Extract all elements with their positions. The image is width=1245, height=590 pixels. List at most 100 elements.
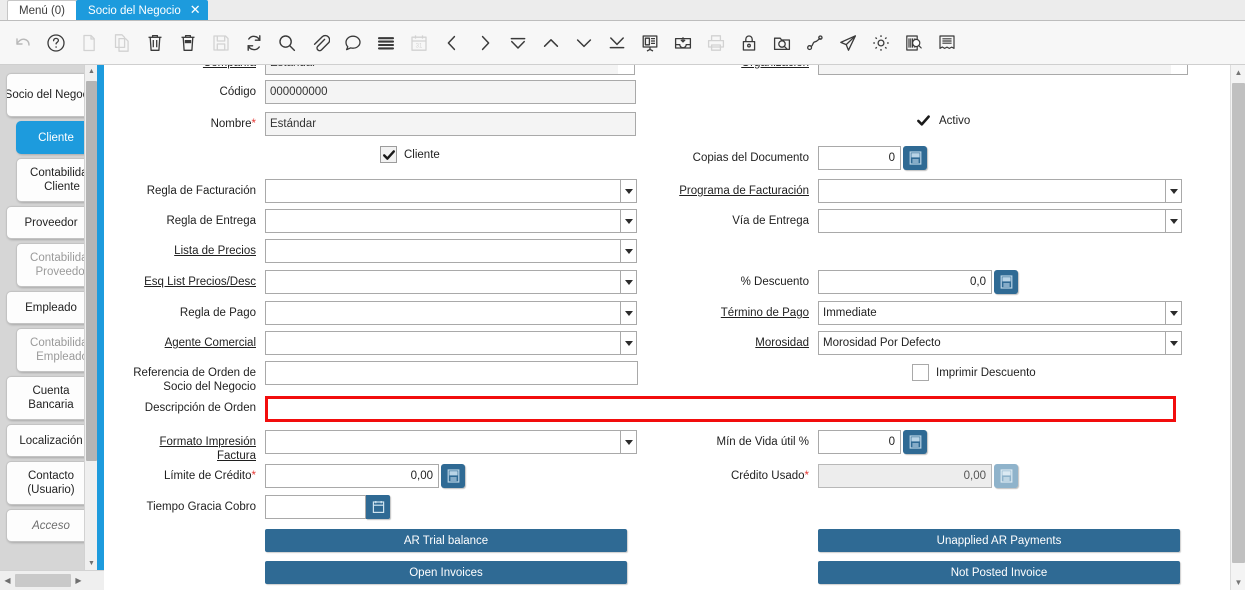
morosidad-input[interactable]: Morosidad Por Defecto bbox=[818, 331, 1165, 355]
search-icon[interactable] bbox=[270, 26, 303, 59]
calculator-icon[interactable] bbox=[994, 270, 1018, 294]
down-record-icon[interactable] bbox=[567, 26, 600, 59]
tab-socio-del-negocio[interactable]: Socio del Negocio ✕ bbox=[76, 0, 208, 20]
chevron-down-icon[interactable] bbox=[1165, 209, 1182, 233]
chevron-down-icon[interactable] bbox=[620, 179, 637, 203]
calculator-icon[interactable] bbox=[903, 430, 927, 454]
copias-documento-input[interactable]: 0 bbox=[818, 146, 901, 170]
chevron-down-icon[interactable] bbox=[620, 239, 637, 263]
chevron-down-icon[interactable] bbox=[620, 209, 637, 233]
sidebar-item-localizacion[interactable]: Localización bbox=[6, 424, 94, 457]
pct-descuento-input[interactable]: 0,0 bbox=[818, 270, 992, 294]
termino-pago-input[interactable]: Immediate bbox=[818, 301, 1165, 325]
close-icon[interactable]: ✕ bbox=[190, 3, 201, 16]
termino-pago-combo[interactable]: Immediate bbox=[818, 301, 1182, 325]
copy-record-icon[interactable] bbox=[105, 26, 138, 59]
undo-icon[interactable] bbox=[6, 26, 39, 59]
programa-facturacion-combo[interactable] bbox=[818, 179, 1182, 203]
lista-precios-input[interactable] bbox=[265, 239, 620, 263]
sidebar-vertical-scrollbar[interactable]: ▲ ▼ bbox=[84, 65, 97, 570]
sidebar-item-socio-del-negocio[interactable]: Socio del Negocio bbox=[6, 73, 94, 117]
settings-icon[interactable] bbox=[864, 26, 897, 59]
sidebar-item-empleado[interactable]: Empleado bbox=[6, 291, 94, 324]
regla-facturacion-input[interactable] bbox=[265, 179, 620, 203]
tiempo-gracia-input[interactable] bbox=[265, 495, 366, 519]
regla-facturacion-combo[interactable] bbox=[265, 179, 637, 203]
scroll-left-icon[interactable]: ◀ bbox=[0, 572, 15, 590]
checkbox-imprimir-descuento[interactable]: Imprimir Descuento bbox=[912, 364, 1036, 381]
last-record-icon[interactable] bbox=[600, 26, 633, 59]
up-record-icon[interactable] bbox=[534, 26, 567, 59]
archive-icon[interactable] bbox=[666, 26, 699, 59]
tab-menu[interactable]: Menú (0) bbox=[7, 0, 77, 20]
descripcion-orden-input[interactable] bbox=[265, 396, 1176, 422]
scroll-right-icon[interactable]: ▶ bbox=[71, 572, 86, 590]
report-icon[interactable] bbox=[633, 26, 666, 59]
checkbox-box[interactable] bbox=[380, 146, 397, 163]
checkbox-box[interactable] bbox=[912, 364, 929, 381]
previous-record-icon[interactable] bbox=[435, 26, 468, 59]
help-icon[interactable] bbox=[39, 26, 72, 59]
chevron-down-icon[interactable] bbox=[620, 301, 637, 325]
attachment-icon[interactable] bbox=[303, 26, 336, 59]
document-icon[interactable] bbox=[930, 26, 963, 59]
compania-button[interactable] bbox=[618, 65, 635, 75]
scrollbar-thumb[interactable] bbox=[86, 81, 97, 461]
checkbox-activo[interactable]: Activo bbox=[915, 112, 970, 129]
scrollbar-thumb[interactable] bbox=[1232, 83, 1245, 563]
unapplied-ar-payments-button[interactable]: Unapplied AR Payments bbox=[818, 529, 1180, 552]
compania-input[interactable]: Estándar bbox=[265, 65, 618, 75]
new-record-icon[interactable] bbox=[72, 26, 105, 59]
agente-comercial-input[interactable] bbox=[265, 331, 620, 355]
sidebar-item-cliente[interactable]: Cliente bbox=[16, 121, 94, 154]
formato-impresion-combo[interactable] bbox=[265, 430, 637, 454]
zoom-across-icon[interactable] bbox=[765, 26, 798, 59]
next-record-icon[interactable] bbox=[468, 26, 501, 59]
field-label[interactable]: Término de Pago bbox=[650, 301, 809, 320]
regla-pago-input[interactable] bbox=[265, 301, 620, 325]
regla-entrega-input[interactable] bbox=[265, 209, 620, 233]
morosidad-combo[interactable]: Morosidad Por Defecto bbox=[818, 331, 1182, 355]
field-label[interactable]: Programa de Facturación bbox=[650, 179, 809, 198]
regla-entrega-combo[interactable] bbox=[265, 209, 637, 233]
sidebar-horizontal-scrollbar[interactable]: ◀ ▶ bbox=[0, 570, 104, 590]
via-entrega-combo[interactable] bbox=[818, 209, 1182, 233]
send-icon[interactable] bbox=[831, 26, 864, 59]
calculator-icon[interactable] bbox=[903, 146, 927, 170]
not-posted-invoice-button[interactable]: Not Posted Invoice bbox=[818, 561, 1180, 584]
chevron-down-icon[interactable] bbox=[620, 270, 637, 294]
sidebar-item-cuenta-bancaria[interactable]: Cuenta Bancaria bbox=[6, 376, 94, 420]
save-icon[interactable] bbox=[204, 26, 237, 59]
ar-trial-balance-button[interactable]: AR Trial balance bbox=[265, 529, 627, 552]
delete-icon[interactable] bbox=[138, 26, 171, 59]
barcode-icon[interactable] bbox=[897, 26, 930, 59]
formato-impresion-input[interactable] bbox=[265, 430, 620, 454]
lock-icon[interactable] bbox=[732, 26, 765, 59]
sidebar-item-contacto-usuario[interactable]: Contacto (Usuario) bbox=[6, 461, 94, 505]
checkbox-cliente[interactable]: Cliente bbox=[380, 146, 440, 163]
via-entrega-input[interactable] bbox=[818, 209, 1165, 233]
codigo-input[interactable]: 000000000 bbox=[265, 80, 636, 104]
calendar-picker-icon[interactable] bbox=[366, 495, 390, 519]
checkbox-box[interactable] bbox=[915, 112, 932, 129]
chevron-down-icon[interactable] bbox=[620, 331, 637, 355]
sidebar-item-proveedor[interactable]: Proveedor bbox=[6, 206, 94, 239]
compania-combo[interactable]: Estándar bbox=[265, 65, 635, 75]
field-label[interactable]: Lista de Precios bbox=[104, 239, 256, 258]
referencia-orden-input[interactable] bbox=[265, 361, 638, 385]
nombre-input[interactable]: Estándar bbox=[265, 112, 636, 136]
chevron-down-icon[interactable] bbox=[1165, 331, 1182, 355]
min-vida-util-input[interactable]: 0 bbox=[818, 430, 901, 454]
sidebar-item-acceso[interactable]: Acceso bbox=[6, 509, 94, 542]
scroll-up-icon[interactable]: ▲ bbox=[1231, 65, 1245, 80]
field-label[interactable]: Agente Comercial bbox=[104, 331, 256, 350]
open-invoices-button[interactable]: Open Invoices bbox=[265, 561, 627, 584]
agente-comercial-combo[interactable] bbox=[265, 331, 637, 355]
delete-selection-icon[interactable] bbox=[171, 26, 204, 59]
limite-credito-input[interactable]: 0,00 bbox=[265, 464, 439, 488]
chat-icon[interactable] bbox=[336, 26, 369, 59]
scroll-down-icon[interactable]: ▼ bbox=[1231, 575, 1245, 590]
organizacion-combo[interactable] bbox=[818, 65, 1188, 75]
field-label[interactable]: Formato Impresión Factura bbox=[104, 430, 256, 463]
esq-list-precios-input[interactable] bbox=[265, 270, 620, 294]
